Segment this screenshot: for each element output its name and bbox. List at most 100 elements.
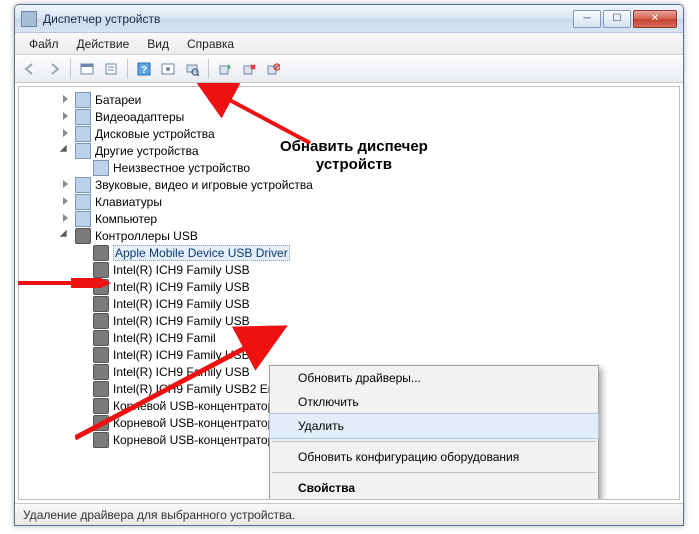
collapse-icon[interactable] xyxy=(61,94,72,105)
usb-icon xyxy=(93,381,109,397)
menu-action[interactable]: Действие xyxy=(69,35,138,53)
usb-icon xyxy=(93,364,109,380)
tree-twisty xyxy=(79,162,90,173)
tree-twisty xyxy=(79,315,90,326)
usb-icon xyxy=(93,415,109,431)
tree-twisty xyxy=(79,349,90,360)
usb-icon xyxy=(93,296,109,312)
tree-item-label: Intel(R) ICH9 Family USB xyxy=(113,297,250,311)
usb-icon xyxy=(75,228,91,244)
tree-item-label: Корневой USB-концентратор xyxy=(113,399,274,413)
collapse-icon[interactable] xyxy=(61,196,72,207)
tree-item[interactable]: Intel(R) ICH9 Family USB xyxy=(19,278,679,295)
other-icon xyxy=(75,143,91,159)
tree-item[interactable]: Intel(R) ICH9 Family USB xyxy=(19,346,679,363)
tree-item-label: Intel(R) ICH9 Famil xyxy=(113,331,216,345)
svg-text:?: ? xyxy=(141,65,147,76)
device-manager-window: Диспетчер устройств ─ ☐ ✕ Файл Действие … xyxy=(14,4,684,526)
usb-icon xyxy=(93,398,109,414)
usb-icon xyxy=(93,279,109,295)
collapse-icon[interactable] xyxy=(61,213,72,224)
close-button[interactable]: ✕ xyxy=(633,10,677,28)
usb-icon xyxy=(93,245,109,261)
tree-item[interactable]: Apple Mobile Device USB Driver xyxy=(19,244,679,261)
tree-item-label: Intel(R) ICH9 Family USB xyxy=(113,314,250,328)
disable-button[interactable] xyxy=(262,58,284,80)
menu-file[interactable]: Файл xyxy=(21,35,67,53)
tree-item[interactable]: Intel(R) ICH9 Family USB xyxy=(19,312,679,329)
tree-item-label: Батареи xyxy=(95,93,141,107)
scan-hardware-button[interactable] xyxy=(181,58,203,80)
ctx-disable[interactable]: Отключить xyxy=(270,390,598,414)
tree-item-label: Звуковые, видео и игровые устройства xyxy=(95,178,313,192)
tree-item[interactable]: Intel(R) ICH9 Famil xyxy=(19,329,679,346)
tree-item[interactable]: Батареи xyxy=(19,91,679,108)
tree-item[interactable]: Клавиатуры xyxy=(19,193,679,210)
status-text: Удаление драйвера для выбранного устройс… xyxy=(23,508,295,522)
display-icon xyxy=(75,109,91,125)
forward-button[interactable] xyxy=(43,58,65,80)
battery-icon xyxy=(75,92,91,108)
usb-icon xyxy=(93,313,109,329)
tree-twisty xyxy=(79,366,90,377)
tree-item[interactable]: Компьютер xyxy=(19,210,679,227)
properties-button[interactable] xyxy=(100,58,122,80)
tree-twisty xyxy=(79,434,90,445)
usb-icon xyxy=(93,432,109,448)
titlebar[interactable]: Диспетчер устройств ─ ☐ ✕ xyxy=(15,5,683,33)
expand-icon[interactable] xyxy=(61,145,72,156)
tree-item[interactable]: Intel(R) ICH9 Family USB xyxy=(19,261,679,278)
annotation-callout: Обнавить диспечерустройств xyxy=(280,138,428,174)
tree-item[interactable]: Контроллеры USB xyxy=(19,227,679,244)
show-hide-console-button[interactable] xyxy=(76,58,98,80)
tree-item-label: Intel(R) ICH9 Family USB xyxy=(113,348,250,362)
toolbar: ? xyxy=(15,55,683,83)
tree-item-label: Дисковые устройства xyxy=(95,127,215,141)
tree-item-label: Intel(R) ICH9 Family USB xyxy=(113,280,250,294)
ctx-delete[interactable]: Удалить xyxy=(269,413,599,439)
context-menu: Обновить драйверы... Отключить Удалить О… xyxy=(269,365,599,500)
tree-item-label: Apple Mobile Device USB Driver xyxy=(113,245,290,261)
sound-icon xyxy=(75,177,91,193)
computer-icon xyxy=(75,211,91,227)
statusbar: Удаление драйвера для выбранного устройс… xyxy=(15,503,683,525)
disk-icon xyxy=(75,126,91,142)
tree-item-label: Intel(R) ICH9 Family USB xyxy=(113,365,250,379)
ctx-properties[interactable]: Свойства xyxy=(270,476,598,500)
tree-item-label: Корневой USB-концентратор xyxy=(113,416,274,430)
tree-twisty xyxy=(79,383,90,394)
menu-help[interactable]: Справка xyxy=(179,35,242,53)
window-title: Диспетчер устройств xyxy=(43,12,573,26)
unknown-icon xyxy=(93,160,109,176)
tree-twisty xyxy=(79,298,90,309)
tree-item-label: Другие устройства xyxy=(95,144,199,158)
ctx-update-drivers[interactable]: Обновить драйверы... xyxy=(270,366,598,390)
collapse-icon[interactable] xyxy=(61,128,72,139)
tree-item-label: Видеоадаптеры xyxy=(95,110,184,124)
tree-item[interactable]: Звуковые, видео и игровые устройства xyxy=(19,176,679,193)
tree-twisty xyxy=(79,247,90,258)
collapse-icon[interactable] xyxy=(61,111,72,122)
ctx-scan-hardware[interactable]: Обновить конфигурацию оборудования xyxy=(270,445,598,469)
tree-item-label: Неизвестное устройство xyxy=(113,161,250,175)
tree-twisty xyxy=(79,417,90,428)
help-button[interactable]: ? xyxy=(133,58,155,80)
uninstall-button[interactable] xyxy=(238,58,260,80)
collapse-icon[interactable] xyxy=(61,179,72,190)
menubar: Файл Действие Вид Справка xyxy=(15,33,683,55)
menu-view[interactable]: Вид xyxy=(139,35,177,53)
usb-icon xyxy=(93,262,109,278)
minimize-button[interactable]: ─ xyxy=(573,10,601,28)
expand-icon[interactable] xyxy=(61,230,72,241)
tree-item-label: Корневой USB-концентратор xyxy=(113,433,274,447)
tree-twisty xyxy=(79,332,90,343)
maximize-button[interactable]: ☐ xyxy=(603,10,631,28)
tree-item-label: Intel(R) ICH9 Family USB xyxy=(113,263,250,277)
tree-item[interactable]: Intel(R) ICH9 Family USB xyxy=(19,295,679,312)
tree-item[interactable]: Видеоадаптеры xyxy=(19,108,679,125)
usb-icon xyxy=(93,330,109,346)
back-button[interactable] xyxy=(19,58,41,80)
action-button[interactable] xyxy=(157,58,179,80)
tree-twisty xyxy=(79,264,90,275)
update-driver-button[interactable] xyxy=(214,58,236,80)
